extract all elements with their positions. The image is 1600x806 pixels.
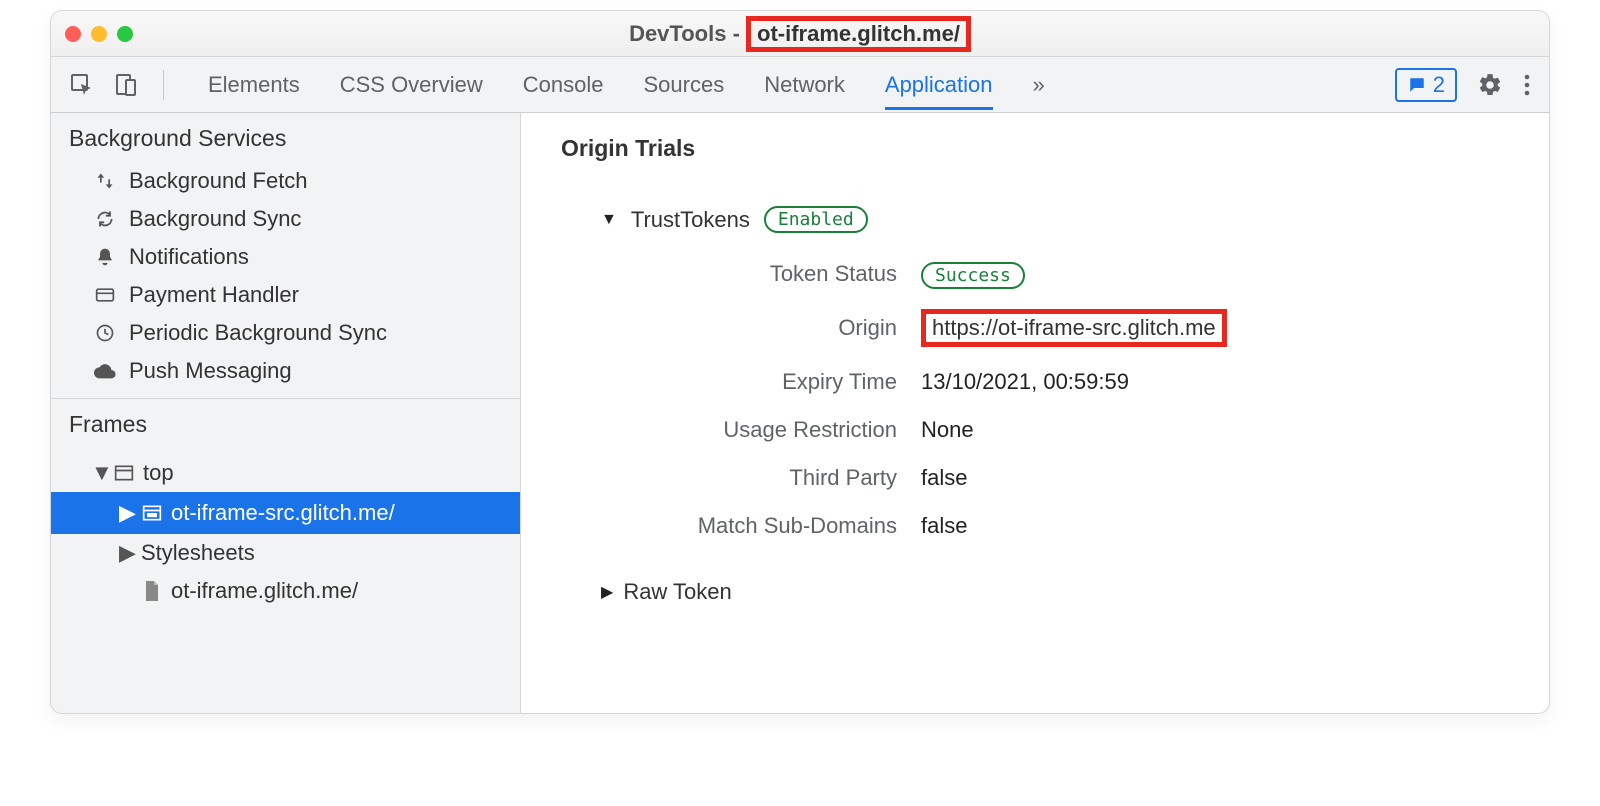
disclosure-triangle-closed-icon[interactable]: ▶ (119, 500, 133, 526)
origin-trials-panel: Origin Trials ▼ TrustTokens Enabled Toke… (521, 113, 1549, 713)
more-tabs-button[interactable]: » (1033, 72, 1045, 98)
sidebar-item-label: Background Fetch (129, 168, 308, 194)
spacer (119, 578, 133, 604)
frame-stylesheets-label: Stylesheets (141, 540, 255, 566)
frames-heading: Frames (51, 399, 520, 448)
trial-name: TrustTokens (631, 207, 750, 233)
up-down-arrows-icon (93, 171, 117, 191)
toolbar-separator (163, 70, 164, 100)
frames-tree: ▼ top ▶ ot-iframe-src.glitch.me/ ▶ Style… (51, 448, 520, 616)
trial-header[interactable]: ▼ TrustTokens Enabled (601, 206, 1509, 233)
bg-services-list: Background Fetch Background Sync Notific… (51, 162, 520, 398)
settings-button[interactable] (1477, 72, 1503, 98)
label-token-status: Token Status (621, 261, 921, 287)
trial-status-pill: Enabled (764, 206, 868, 233)
maximize-window-button[interactable] (117, 26, 133, 42)
value-usage-restriction: None (921, 417, 1509, 443)
device-toggle-icon[interactable] (113, 72, 139, 98)
tab-sources[interactable]: Sources (643, 60, 724, 110)
window-icon (113, 464, 135, 482)
value-third-party: false (921, 465, 1509, 491)
frame-selected-label: ot-iframe-src.glitch.me/ (171, 500, 395, 526)
sidebar-item-label: Notifications (129, 244, 249, 270)
tab-application[interactable]: Application (885, 60, 993, 110)
more-options-button[interactable] (1523, 73, 1531, 97)
devtools-toolbar: Elements CSS Overview Console Sources Ne… (51, 57, 1549, 113)
sidebar-item-label: Push Messaging (129, 358, 292, 384)
devtools-window: DevTools - ot-iframe.glitch.me/ Elements… (50, 10, 1550, 714)
sidebar-item-background-fetch[interactable]: Background Fetch (51, 162, 520, 200)
disclosure-triangle-open-icon[interactable]: ▼ (601, 211, 617, 229)
main-content: Background Services Background Fetch Bac… (51, 113, 1549, 713)
tab-elements[interactable]: Elements (208, 60, 300, 110)
message-icon (1407, 76, 1427, 94)
gear-icon (1477, 72, 1503, 98)
window-title-highlight: ot-iframe.glitch.me/ (746, 16, 971, 52)
document-icon (141, 581, 163, 601)
label-third-party: Third Party (621, 465, 921, 491)
label-usage-restriction: Usage Restriction (621, 417, 921, 443)
value-origin: https://ot-iframe-src.glitch.me (921, 309, 1509, 347)
clock-icon (93, 323, 117, 343)
sidebar-item-payment-handler[interactable]: Payment Handler (51, 276, 520, 314)
frame-top[interactable]: ▼ top (51, 454, 520, 492)
frame-selected[interactable]: ▶ ot-iframe-src.glitch.me/ (51, 492, 520, 534)
sidebar-item-label: Periodic Background Sync (129, 320, 387, 346)
toolbar-right: 2 (1395, 68, 1531, 102)
sidebar-item-periodic-bg-sync[interactable]: Periodic Background Sync (51, 314, 520, 352)
window-titlebar: DevTools - ot-iframe.glitch.me/ (51, 11, 1549, 57)
traffic-lights (65, 26, 133, 42)
tab-console[interactable]: Console (523, 60, 604, 110)
window-title: DevTools - ot-iframe.glitch.me/ (51, 16, 1549, 52)
application-sidebar: Background Services Background Fetch Bac… (51, 113, 521, 713)
label-match-sub-domains: Match Sub-Domains (621, 513, 921, 539)
messages-count: 2 (1433, 72, 1445, 98)
label-expiry-time: Expiry Time (621, 369, 921, 395)
close-window-button[interactable] (65, 26, 81, 42)
tab-css-overview[interactable]: CSS Overview (340, 60, 483, 110)
sidebar-item-label: Background Sync (129, 206, 301, 232)
value-token-status: Success (921, 261, 1509, 287)
frame-top-label: top (143, 460, 174, 486)
value-expiry-time: 13/10/2021, 00:59:59 (921, 369, 1509, 395)
cloud-icon (93, 363, 117, 379)
window-title-prefix: DevTools - (629, 21, 746, 46)
tab-network[interactable]: Network (764, 60, 845, 110)
frame-icon (141, 504, 163, 522)
sidebar-item-background-sync[interactable]: Background Sync (51, 200, 520, 238)
panel-tabs: Elements CSS Overview Console Sources Ne… (208, 60, 1367, 110)
frame-stylesheets[interactable]: ▶ Stylesheets (51, 534, 520, 572)
disclosure-triangle-open-icon[interactable]: ▼ (91, 460, 105, 486)
bell-icon (93, 247, 117, 267)
frame-leaf[interactable]: ot-iframe.glitch.me/ (51, 572, 520, 610)
messages-button[interactable]: 2 (1395, 68, 1457, 102)
bg-services-heading: Background Services (51, 113, 520, 162)
inspect-element-icon[interactable] (69, 72, 95, 98)
sidebar-item-push-messaging[interactable]: Push Messaging (51, 352, 520, 390)
disclosure-triangle-closed-icon[interactable]: ▶ (601, 582, 613, 602)
value-match-sub-domains: false (921, 513, 1509, 539)
frame-leaf-label: ot-iframe.glitch.me/ (171, 578, 358, 604)
trial-details: Token Status Success Origin https://ot-i… (621, 261, 1509, 539)
minimize-window-button[interactable] (91, 26, 107, 42)
raw-token-label: Raw Token (623, 579, 731, 605)
raw-token-row[interactable]: ▶ Raw Token (601, 579, 1509, 605)
panel-heading: Origin Trials (561, 135, 1509, 162)
disclosure-triangle-closed-icon[interactable]: ▶ (119, 540, 133, 566)
sidebar-item-label: Payment Handler (129, 282, 299, 308)
label-origin: Origin (621, 315, 921, 341)
kebab-icon (1523, 73, 1531, 97)
sync-icon (93, 209, 117, 229)
sidebar-item-notifications[interactable]: Notifications (51, 238, 520, 276)
card-icon (93, 286, 117, 304)
